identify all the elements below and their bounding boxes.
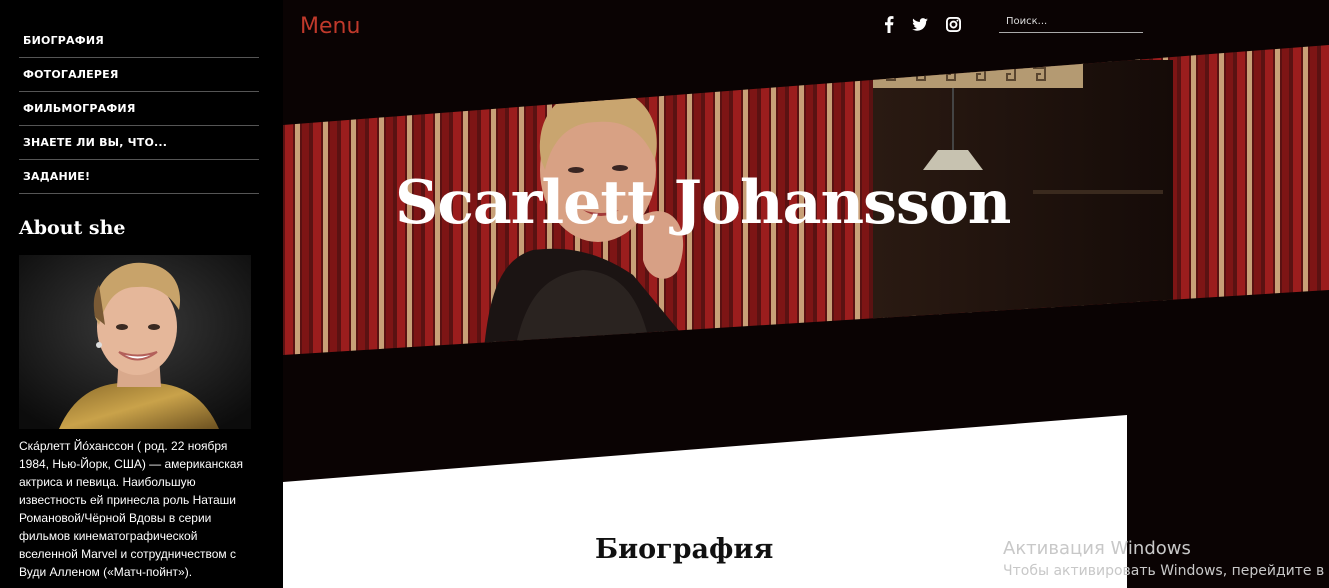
sidebar-item-task[interactable]: ЗАДАНИЕ! [19,160,259,194]
sidebar-nav: БИОГРАФИЯ ФОТОГАЛЕРЕЯ ФИЛЬМОГРАФИЯ ЗНАЕТ… [19,24,259,194]
instagram-glyph [945,16,961,32]
section-title: Биография [595,534,774,565]
sidebar-item-filmography[interactable]: ФИЛЬМОГРАФИЯ [19,92,259,126]
sidebar-item-label[interactable]: БИОГРАФИЯ [23,34,104,47]
main-content: Scarlett Johansson Menu Биография [283,0,1329,588]
facebook-icon[interactable] [878,13,900,35]
windows-activation-watermark: Активация Windows Чтобы активировать Win… [1003,538,1324,579]
menu-toggle[interactable]: Menu [300,14,360,39]
sidebar-item-label[interactable]: ФИЛЬМОГРАФИЯ [23,102,136,115]
twitter-glyph [912,17,928,31]
portrait-illustration [19,255,251,429]
instagram-icon[interactable] [942,13,964,35]
about-text: Ска́рлетт Йо́ханссон ( род. 22 ноября 19… [19,439,243,579]
activation-title: Активация Windows [1003,538,1191,559]
sidebar-item-biography[interactable]: БИОГРАФИЯ [19,24,259,58]
sidebar-item-label[interactable]: ЗАДАНИЕ! [23,170,90,183]
search-input[interactable] [999,10,1143,32]
activation-subtitle: Чтобы активировать Windows, перейдите в [1003,563,1325,579]
sidebar: БИОГРАФИЯ ФОТОГАЛЕРЕЯ ФИЛЬМОГРАФИЯ ЗНАЕТ… [0,0,283,588]
about-title: About she [19,217,126,239]
hero-title: Scarlett Johansson [395,168,1011,238]
twitter-icon[interactable] [909,13,931,35]
sidebar-item-gallery[interactable]: ФОТОГАЛЕРЕЯ [19,58,259,92]
facebook-glyph [885,15,894,33]
search-box [999,10,1143,33]
sidebar-item-facts[interactable]: ЗНАЕТЕ ЛИ ВЫ, ЧТО... [19,126,259,160]
sidebar-item-label[interactable]: ФОТОГАЛЕРЕЯ [23,68,119,81]
content-panel [283,415,1127,588]
portrait-photo [19,255,251,429]
sidebar-item-label[interactable]: ЗНАЕТЕ ЛИ ВЫ, ЧТО... [23,136,167,149]
